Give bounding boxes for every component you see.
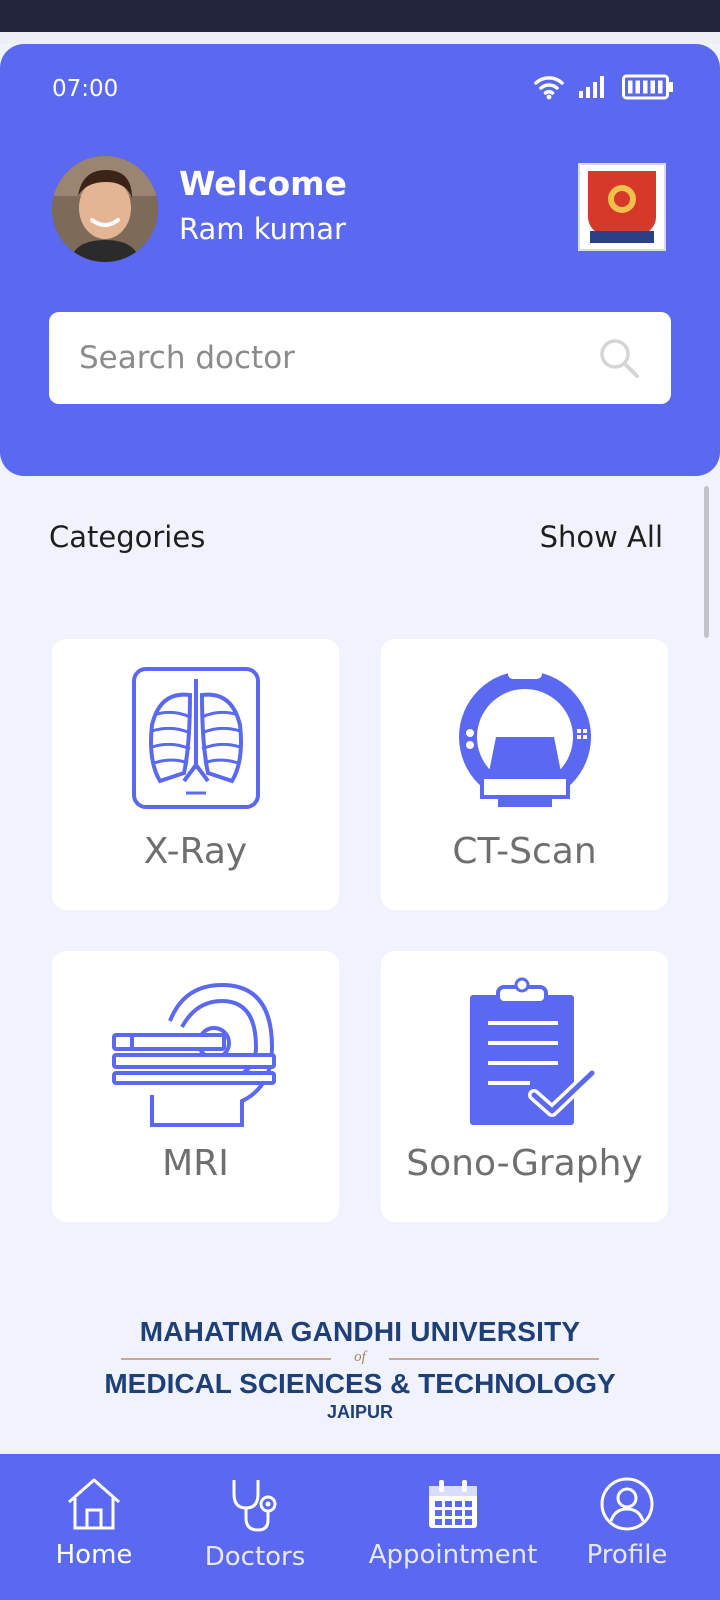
clipboard-check-icon [469, 977, 598, 1125]
top-strip [0, 32, 720, 44]
status-icons [534, 74, 674, 100]
stethoscope-icon [232, 1480, 277, 1532]
nav-label: Doctors [204, 1542, 306, 1572]
university-emblem [578, 163, 666, 251]
xray-chest-icon [131, 667, 260, 809]
user-circle-icon [600, 1477, 654, 1531]
categories-title: Categories [49, 520, 206, 554]
category-card-sonography[interactable]: Sono-Graphy [381, 951, 668, 1222]
avatar-photo [52, 156, 158, 262]
signal-icon [579, 76, 604, 98]
avatar[interactable] [52, 156, 158, 262]
nav-item-appointment[interactable]: Appointment [368, 1454, 538, 1600]
nav-label: Appointment [368, 1540, 538, 1570]
nav-item-profile[interactable]: Profile [580, 1454, 674, 1600]
calendar-icon [429, 1480, 477, 1528]
nav-label: Profile [586, 1540, 668, 1570]
category-label: CT-Scan [452, 831, 597, 872]
system-top-bar [0, 0, 720, 32]
university-name-line2: MEDICAL SCIENCES & TECHNOLOGY [104, 1368, 616, 1399]
search-bar[interactable]: Search doctor [49, 312, 671, 404]
university-of: of [354, 1349, 366, 1365]
emblem-icon [580, 165, 664, 249]
search-icon[interactable] [597, 336, 641, 380]
welcome-text: Welcome [179, 164, 347, 203]
home-icon [68, 1478, 120, 1530]
search-input[interactable]: Search doctor [79, 340, 597, 376]
category-label: X-Ray [143, 831, 248, 872]
status-time: 07:00 [52, 76, 119, 102]
bottom-navigation: Home Doctors Appointment Profile [0, 1454, 720, 1600]
wifi-icon [534, 76, 564, 100]
category-label: Sono-Graphy [406, 1143, 643, 1184]
university-of-divider: of [121, 1348, 599, 1368]
user-name: Ram kumar [179, 212, 346, 246]
category-card-xray[interactable]: X-Ray [52, 639, 339, 910]
nav-item-doctors[interactable]: Doctors [200, 1454, 310, 1600]
university-city: JAIPUR [326, 1402, 393, 1422]
nav-item-home[interactable]: Home [54, 1454, 134, 1600]
ct-scanner-icon [458, 669, 591, 807]
category-card-mri[interactable]: MRI [52, 951, 339, 1222]
nav-label: Home [55, 1540, 133, 1570]
category-label: MRI [162, 1143, 229, 1184]
show-all-link[interactable]: Show All [540, 520, 663, 554]
category-card-ct-scan[interactable]: CT-Scan [381, 639, 668, 910]
battery-icon [622, 74, 673, 100]
university-logo: MAHATMA GANDHI UNIVERSITY of MEDICAL SCI… [0, 1316, 720, 1423]
mri-machine-icon [111, 982, 276, 1127]
scrollbar[interactable] [704, 486, 709, 638]
categories-header: Categories Show All [49, 520, 663, 554]
university-name-line1: MAHATMA GANDHI UNIVERSITY [139, 1316, 581, 1347]
